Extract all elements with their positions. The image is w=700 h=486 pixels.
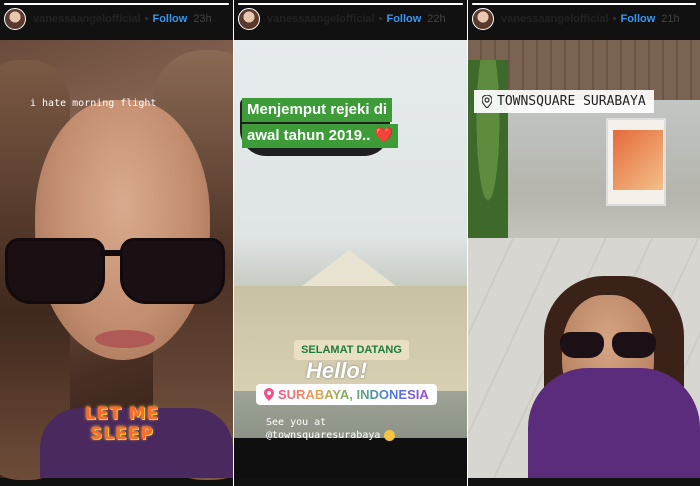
location-label: SURABAYA, INDONESIA [278,387,429,402]
avatar[interactable] [4,8,26,30]
banner-line-2: awal tahun 2019.. ❤️ [242,124,399,148]
mention-caption: See you at @townsquaresurabaya [266,416,396,442]
follow-button[interactable]: Follow [620,13,655,25]
location-label: TOWNSQUARE SURABAYA [497,94,646,109]
separator-dot: • [144,13,149,25]
separator-dot: • [612,13,617,25]
pin-icon [264,388,274,401]
avatar[interactable] [238,8,260,30]
story-progress-bar [238,3,463,5]
location-sticker[interactable]: TOWNSQUARE SURABAYA [474,90,654,113]
text-banner: Menjemput rejeki di awal tahun 2019.. ❤️ [242,98,399,150]
pin-icon [482,95,492,108]
follow-button[interactable]: Follow [386,13,421,25]
post-time: 22h [427,13,446,25]
follow-button[interactable]: Follow [152,13,187,25]
banner-line-1: Menjemput rejeki di [242,98,393,122]
story-panel-3[interactable]: vanessaangelofficial • Follow 21h TOWNSQ… [468,0,700,486]
post-time: 21h [661,13,680,25]
post-time: 23h [193,13,212,25]
story-progress-bar [472,3,696,5]
story-panel-2[interactable]: SELAMAT DATANG vanessaangelofficial • Fo… [234,0,467,486]
mention-link[interactable]: @townsquaresurabaya [266,430,380,441]
story-header: vanessaangelofficial • Follow 21h [468,6,700,32]
smiley-icon [384,429,396,441]
story-header: vanessaangelofficial • Follow 22h [234,6,467,32]
story-panel-1[interactable]: vanessaangelofficial • Follow 23h i hate… [0,0,233,486]
username[interactable]: vanessaangelofficial [267,13,375,25]
username[interactable]: vanessaangelofficial [33,13,141,25]
gate-sign: SELAMAT DATANG [294,340,409,360]
heart-icon: ❤️ [374,127,394,144]
avatar[interactable] [472,8,494,30]
hello-text: Hello! [306,358,368,383]
story-header: vanessaangelofficial • Follow 23h [0,6,233,32]
location-sticker[interactable]: SURABAYA, INDONESIA [256,384,437,405]
separator-dot: • [378,13,383,25]
see-you-text: See you at [266,417,327,428]
username[interactable]: vanessaangelofficial [501,13,609,25]
story-caption: i hate morning flight [30,98,157,109]
story-progress-bar [4,3,229,5]
text-sticker: LET ME SLEEP [84,404,160,444]
